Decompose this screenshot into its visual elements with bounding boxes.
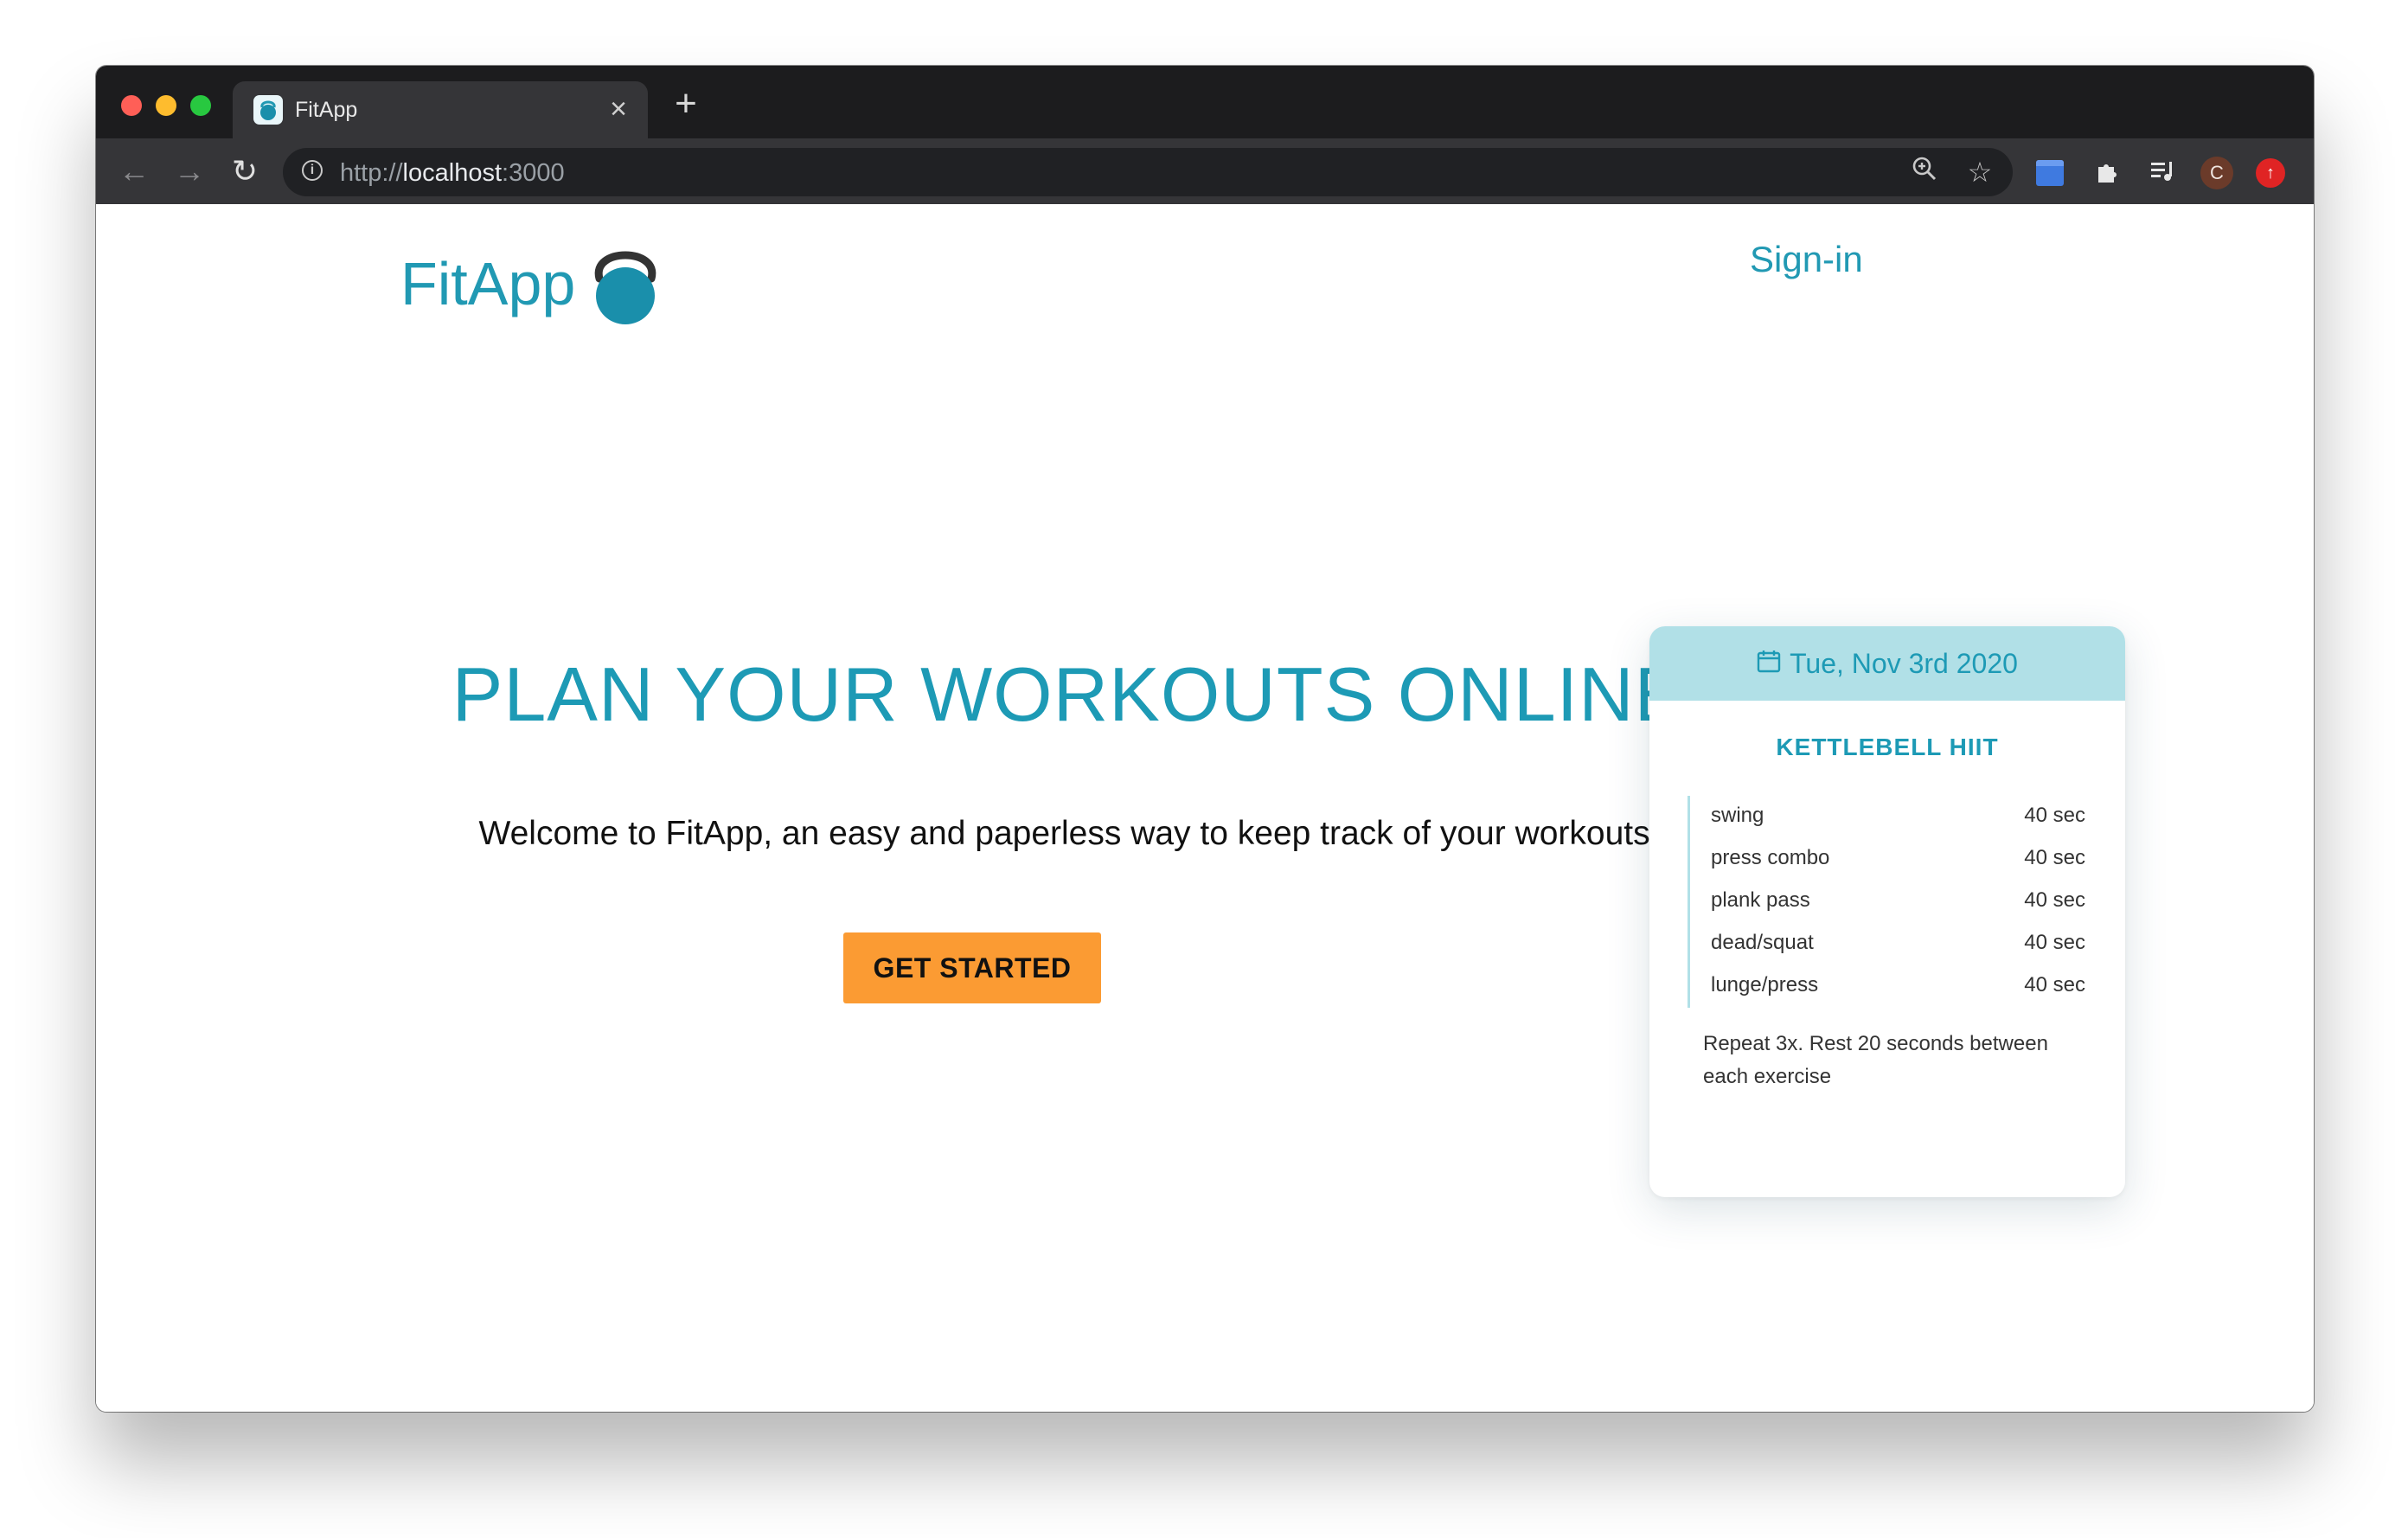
exercise-duration: 40 sec <box>2024 888 2085 912</box>
close-window-button[interactable] <box>121 95 142 116</box>
close-icon[interactable]: × <box>603 93 634 125</box>
browser-window: FitApp × + ← → ↻ i http://localhost:3000… <box>96 66 2314 1412</box>
get-started-button[interactable]: GET STARTED <box>843 932 1101 1003</box>
brand-name: FitApp <box>400 250 576 317</box>
card-header: Tue, Nov 3rd 2020 <box>1649 626 2125 701</box>
exercise-list: swing 40 sec press combo 40 sec plank pa… <box>1688 796 2085 1008</box>
exercise-name: lunge/press <box>1711 973 1819 996</box>
kettlebell-icon <box>589 244 662 331</box>
forward-arrow-icon[interactable]: → <box>169 151 210 192</box>
media-icon[interactable] <box>2142 151 2184 192</box>
exercise-name: dead/squat <box>1711 931 1814 954</box>
browser-toolbar: ← → ↻ i http://localhost:3000 ☆ C ↑ <box>96 138 2314 204</box>
puzzle-icon[interactable] <box>2087 151 2129 192</box>
maximize-window-button[interactable] <box>190 95 211 116</box>
browser-tab[interactable]: FitApp × <box>233 81 648 138</box>
avatar[interactable]: C <box>2200 157 2233 189</box>
back-arrow-icon[interactable]: ← <box>113 151 155 192</box>
exercise-duration: 40 sec <box>2024 804 2085 827</box>
tab-bar: FitApp × + <box>96 66 2314 138</box>
calendar-icon <box>1757 626 1781 701</box>
exercise-row: press combo 40 sec <box>1688 838 2085 881</box>
tab-title: FitApp <box>295 98 358 122</box>
card-date: Tue, Nov 3rd 2020 <box>1790 648 2018 679</box>
exercise-row: swing 40 sec <box>1688 796 2085 838</box>
extension-icon[interactable] <box>2036 160 2064 186</box>
exercise-name: plank pass <box>1711 888 1810 912</box>
exercise-row: dead/squat 40 sec <box>1688 923 2085 965</box>
exercise-name: press combo <box>1711 846 1830 869</box>
page-content: FitApp Sign-in PLAN YOUR WORKOUTS ONLINE… <box>96 204 2314 1412</box>
exercise-duration: 40 sec <box>2024 846 2085 869</box>
workout-title: KETTLEBELL HIIT <box>1776 734 1999 760</box>
exercise-name: swing <box>1711 804 1764 827</box>
minimize-window-button[interactable] <box>156 95 176 116</box>
star-icon[interactable]: ☆ <box>1963 155 1997 189</box>
address-bar[interactable]: i http://localhost:3000 ☆ <box>283 148 2013 196</box>
workout-card: Tue, Nov 3rd 2020 KETTLEBELL HIIT swing … <box>1649 626 2125 1197</box>
exercise-row: plank pass 40 sec <box>1688 881 2085 923</box>
plus-icon[interactable]: + <box>667 85 705 123</box>
exercise-duration: 40 sec <box>2024 931 2085 954</box>
url-text: http://localhost:3000 <box>340 159 565 187</box>
update-icon[interactable]: ↑ <box>2256 158 2285 188</box>
zoom-icon[interactable] <box>1907 155 1942 189</box>
reload-icon[interactable]: ↻ <box>224 151 266 192</box>
exercise-row: lunge/press 40 sec <box>1688 965 2085 1008</box>
kettlebell-icon <box>253 95 283 125</box>
workout-note: Repeat 3x. Rest 20 seconds between each … <box>1703 1032 2048 1088</box>
signin-link[interactable]: Sign-in <box>1750 239 1863 280</box>
info-icon[interactable]: i <box>302 160 323 181</box>
exercise-duration: 40 sec <box>2024 973 2085 996</box>
